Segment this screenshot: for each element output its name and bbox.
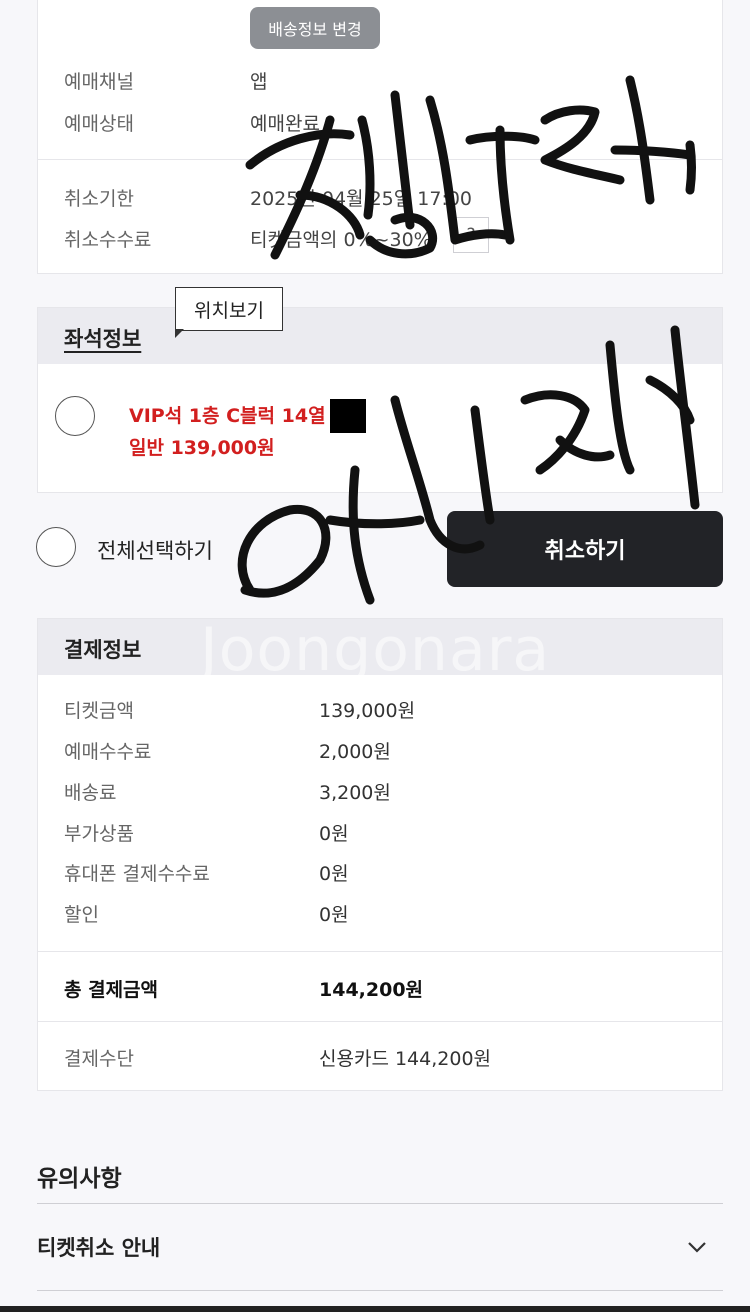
divider <box>38 1021 722 1022</box>
delivery-change-button[interactable]: 배송정보 변경 <box>250 7 380 49</box>
cancel-deadline-value: 2025년 04월 25일 17:00 <box>250 188 473 210</box>
tooltip-tail <box>175 329 184 338</box>
seat-select-radio[interactable] <box>55 396 95 436</box>
select-all-label[interactable]: 전체선택하기 <box>97 535 213 565</box>
discount-label: 할인 <box>64 904 99 926</box>
booking-status-label: 예매상태 <box>64 113 134 135</box>
seat-price: 일반 139,000원 <box>129 437 275 459</box>
divider <box>38 951 722 952</box>
total-amount-label: 총 결제금액 <box>64 979 159 1001</box>
booking-channel-label: 예매채널 <box>64 71 134 93</box>
discount-value: 0원 <box>319 904 349 926</box>
notes-title: 유의사항 <box>37 1166 122 1192</box>
payment-info-card: 결제정보 티켓금액 139,000원 예매수수료 2,000원 배송료 3,20… <box>37 618 723 1091</box>
chevron-down-icon[interactable] <box>686 1236 708 1258</box>
payment-info-title: 결제정보 <box>64 638 142 662</box>
phone-fee-label: 휴대폰 결제수수료 <box>64 863 210 885</box>
ticket-amount-value: 139,000원 <box>319 700 416 722</box>
cancel-deadline-label: 취소기한 <box>64 188 134 210</box>
cancel-fee-value: 티켓금액의 0%~30% <box>250 229 432 251</box>
seat-info-title[interactable]: 좌석정보 <box>64 323 141 353</box>
shipping-fee-value: 3,200원 <box>319 782 391 804</box>
cancel-button[interactable]: 취소하기 <box>447 511 723 587</box>
booking-channel-value: 앱 <box>250 71 268 93</box>
select-all-radio[interactable] <box>36 527 76 567</box>
payment-info-header: 결제정보 <box>38 619 722 675</box>
bottom-bar <box>0 1306 750 1312</box>
cancel-fee-help-button[interactable]: ? <box>453 217 489 253</box>
seat-info-card: 좌석정보 VIP석 1층 C블럭 14열 일반 139,000원 <box>37 307 723 493</box>
ticket-cancel-guide-title[interactable]: 티켓취소 안내 <box>37 1232 160 1262</box>
cancel-fee-label: 취소수수료 <box>64 229 152 251</box>
phone-fee-value: 0원 <box>319 863 349 885</box>
total-amount-value: 144,200원 <box>319 979 424 1001</box>
booking-fee-value: 2,000원 <box>319 741 391 763</box>
ticket-amount-label: 티켓금액 <box>64 700 134 722</box>
payment-method-label: 결제수단 <box>64 1048 134 1070</box>
addon-label: 부가상품 <box>64 823 134 845</box>
seat-info-header: 좌석정보 <box>38 308 722 364</box>
divider <box>37 1290 723 1291</box>
redaction-box <box>330 399 366 433</box>
divider <box>37 1203 723 1204</box>
payment-method-value: 신용카드 144,200원 <box>319 1048 492 1070</box>
addon-value: 0원 <box>319 823 349 845</box>
booking-info-card: 배송정보 변경 예매채널 앱 예매상태 예매완료 취소기한 2025년 04월 … <box>37 0 723 274</box>
location-view-tooltip[interactable]: 위치보기 <box>175 287 283 331</box>
seat-description: VIP석 1층 C블럭 14열 <box>129 405 326 427</box>
shipping-fee-label: 배송료 <box>64 782 117 804</box>
divider <box>38 159 722 160</box>
booking-fee-label: 예매수수료 <box>64 741 152 763</box>
booking-status-value: 예매완료 <box>250 113 320 135</box>
